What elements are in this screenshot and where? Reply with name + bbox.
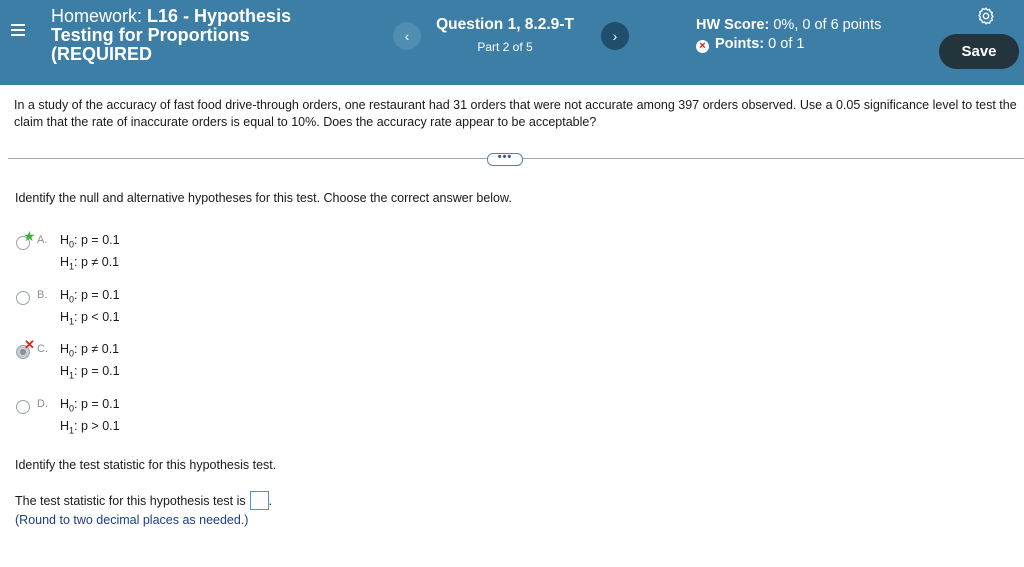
correct-star-icon: ★ bbox=[23, 228, 36, 244]
top-header: Homework: L16 - Hypothesis Testing for P… bbox=[0, 0, 1024, 85]
gear-icon[interactable] bbox=[976, 6, 996, 26]
alternative-hypothesis: H1: p ≠ 0.1 bbox=[60, 255, 120, 272]
hw-score: HW Score: 0%, 0 of 6 points bbox=[696, 16, 881, 35]
points-label: Points: bbox=[715, 36, 765, 52]
homework-title: Homework: L16 - Hypothesis Testing for P… bbox=[51, 7, 351, 64]
null-hypothesis: H0: p = 0.1 bbox=[60, 397, 120, 414]
hw-score-value: 0%, 0 of 6 points bbox=[773, 17, 882, 33]
choice-letter: A. bbox=[37, 234, 48, 246]
hypotheses-instruction: Identify the null and alternative hypoth… bbox=[15, 191, 512, 205]
alternative-hypothesis: H1: p < 0.1 bbox=[60, 310, 120, 327]
radio-b[interactable] bbox=[16, 291, 30, 305]
null-hypothesis: H0: p = 0.1 bbox=[60, 233, 120, 250]
next-question-button[interactable]: › bbox=[601, 22, 629, 50]
null-hypothesis: H0: p ≠ 0.1 bbox=[60, 342, 120, 359]
radio-d[interactable] bbox=[16, 400, 30, 414]
test-statistic-prompt: The test statistic for this hypothesis t… bbox=[15, 491, 272, 510]
question-part: Part 2 of 5 bbox=[477, 40, 533, 54]
test-statistic-instruction: Identify the test statistic for this hyp… bbox=[15, 458, 277, 472]
rounding-hint: (Round to two decimal places as needed.) bbox=[15, 513, 249, 527]
points-value: 0 of 1 bbox=[768, 36, 805, 52]
chevron-left-icon: ‹ bbox=[404, 28, 410, 44]
test-statistic-input[interactable] bbox=[249, 491, 269, 510]
homework-title-line3: (REQUIRED bbox=[51, 44, 153, 64]
problem-statement: In a study of the accuracy of fast food … bbox=[14, 98, 1017, 129]
menu-icon[interactable] bbox=[11, 24, 25, 38]
incorrect-circle-icon: × bbox=[696, 40, 709, 53]
chevron-right-icon: › bbox=[612, 28, 618, 44]
score-block: HW Score: 0%, 0 of 6 points × Points: 0 o… bbox=[696, 16, 881, 54]
null-hypothesis: H0: p = 0.1 bbox=[60, 288, 120, 305]
choice-letter: D. bbox=[37, 398, 48, 410]
save-button[interactable]: Save bbox=[939, 34, 1019, 69]
points: × Points: 0 of 1 bbox=[696, 35, 881, 54]
homework-prefix: Homework: bbox=[51, 6, 143, 26]
previous-question-button[interactable]: ‹ bbox=[393, 22, 421, 50]
homework-title-line2: Testing for Proportions bbox=[51, 25, 250, 45]
alternative-hypothesis: H1: p > 0.1 bbox=[60, 419, 120, 436]
homework-code: L16 - Hypothesis bbox=[147, 6, 292, 26]
test-statistic-label: The test statistic for this hypothesis t… bbox=[15, 494, 246, 508]
hw-score-label: HW Score: bbox=[696, 17, 770, 33]
alternative-hypothesis: H1: p = 0.1 bbox=[60, 364, 120, 381]
choice-letter: B. bbox=[37, 289, 48, 301]
question-title: Question 1, 8.2.9-T bbox=[436, 16, 574, 33]
choice-letter: C. bbox=[37, 343, 48, 355]
question-info: Question 1, 8.2.9-T Part 2 of 5 bbox=[420, 16, 590, 54]
incorrect-x-icon: ✕ bbox=[24, 337, 35, 352]
expand-more-button[interactable]: ••• bbox=[487, 152, 523, 166]
trailing-period: . bbox=[268, 494, 273, 508]
